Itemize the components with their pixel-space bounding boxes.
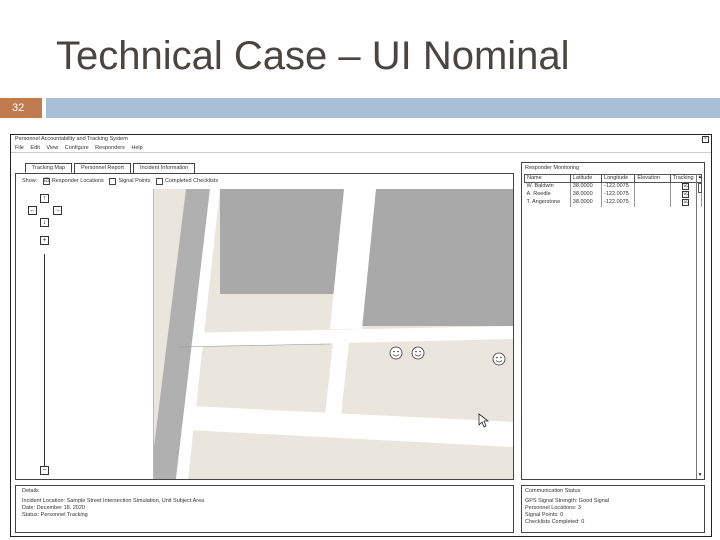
table-row[interactable]: T. Angerstone 38.0000 -122.0075 ☑ — [524, 198, 703, 207]
menu-bar: File Edit View Configure Responders Help — [11, 144, 711, 153]
tab-bar: Tracking Map Personnel Report Incident Inf… — [25, 163, 197, 173]
scrollbar-thumb[interactable] — [698, 183, 702, 193]
slide-header-bar — [46, 98, 720, 118]
pan-down-button[interactable]: ↓ — [40, 218, 49, 227]
responder-elevation — [634, 190, 671, 199]
pan-right-button[interactable]: → — [53, 206, 62, 215]
smiley-icon[interactable] — [411, 346, 425, 360]
menu-help[interactable]: Help — [131, 145, 142, 151]
responder-name: A. Reedle — [524, 190, 571, 199]
menu-view[interactable]: View — [46, 145, 58, 151]
responder-locations-checkbox[interactable]: ☑ — [42, 177, 50, 185]
responder-elevation — [634, 198, 671, 207]
communication-status-panel: Communication Status GPS Signal Strength… — [521, 485, 705, 533]
scroll-up-icon[interactable]: ▲ — [697, 174, 703, 181]
column-header-longitude[interactable]: Longitude — [601, 174, 636, 183]
tab-personnel-report[interactable]: Personnel Report — [74, 163, 131, 173]
table-row[interactable]: A. Reedle 38.0000 -122.0075 ☑ — [524, 190, 703, 199]
zoom-in-button[interactable]: + — [40, 236, 49, 245]
window-title: Personnel Accountability and Tracking Sy… — [15, 136, 128, 142]
communication-status-line: Personnel Locations: 3 — [525, 505, 581, 511]
responder-latitude: 38.0000 — [570, 182, 603, 191]
smiley-icon[interactable] — [389, 346, 403, 360]
responder-monitoring-panel: Responder Monitoring Name Latitude Longi… — [521, 162, 705, 480]
responder-table: Name Latitude Longitude Elevation Tracki… — [524, 174, 703, 207]
details-title: Details — [22, 488, 39, 494]
show-label: Show: — [22, 178, 38, 184]
pan-left-button[interactable]: ← — [28, 206, 37, 215]
slide-title: Technical Case – UI Nominal — [56, 34, 570, 78]
menu-file[interactable]: File — [15, 145, 24, 151]
responder-longitude: -122.0075 — [601, 182, 636, 191]
tab-incident-information[interactable]: Incident Information — [132, 163, 196, 173]
responder-monitoring-title: Responder Monitoring — [525, 165, 580, 171]
tracking-checkbox[interactable]: ☑ — [682, 183, 690, 191]
map-view[interactable] — [153, 189, 513, 479]
map-canvas[interactable] — [154, 189, 513, 479]
details-line: Status: Personnel Tracking — [22, 512, 88, 518]
responder-name: W. Baldwin — [524, 182, 571, 191]
responder-longitude: -122.0075 — [601, 198, 636, 207]
menu-responders[interactable]: Responders — [95, 145, 125, 151]
window-titlebar: Personnel Accountability and Tracking Sy… — [11, 135, 711, 144]
completed-checklists-checkbox[interactable] — [155, 177, 163, 185]
column-header-latitude[interactable]: Latitude — [569, 174, 603, 183]
signal-points-checkbox[interactable] — [109, 177, 117, 185]
communication-status-title: Communication Status — [525, 488, 581, 494]
details-line: Incident Location: Sample Street Interse… — [22, 498, 205, 504]
signal-points-label: Signal Points — [118, 178, 151, 184]
responder-table-header: Name Latitude Longitude Elevation Tracki… — [524, 174, 703, 183]
app-window: Personnel Accountability and Tracking Sy… — [10, 134, 712, 537]
completed-checklists-label: Completed Checklists — [164, 178, 219, 184]
pan-up-button[interactable]: ↑ — [40, 194, 49, 203]
communication-status-line: GPS Signal Strength: Good Signal — [525, 498, 610, 504]
zoom-out-button[interactable]: − — [40, 466, 49, 475]
table-row[interactable]: W. Baldwin 38.0000 -122.0075 ☑ — [524, 182, 703, 191]
map-navigation-control: ↑ ← → ↓ + − — [24, 194, 64, 476]
layer-filter-row: Show: ☑ Responder Locations Signal Points… — [22, 177, 218, 185]
responder-longitude: -122.0075 — [601, 190, 636, 199]
tracking-map-panel: Show: ☑ Responder Locations Signal Points… — [15, 173, 514, 480]
menu-configure[interactable]: Configure — [65, 145, 89, 151]
responder-elevation — [634, 182, 671, 191]
menu-edit[interactable]: Edit — [30, 145, 39, 151]
communication-status-line: Signal Points: 0 — [525, 512, 564, 518]
responder-name: T. Angerstone — [524, 198, 571, 207]
tracking-checkbox[interactable]: ☑ — [682, 191, 690, 198]
window-close-icon[interactable]: × — [702, 136, 709, 143]
column-header-name[interactable]: Name — [524, 174, 571, 183]
smiley-icon[interactable] — [492, 352, 506, 366]
column-header-elevation[interactable]: Elevation — [634, 174, 671, 183]
responder-table-scrollbar[interactable]: ▲ ▼ — [696, 174, 703, 479]
responder-locations-label: Responder Locations — [51, 178, 104, 184]
tracking-checkbox[interactable]: ☑ — [682, 199, 690, 206]
responder-latitude: 38.0000 — [570, 198, 603, 207]
slide-number: 32 — [0, 98, 42, 118]
scroll-down-icon[interactable]: ▼ — [697, 472, 703, 479]
details-line: Date: December 18, 2020 — [22, 505, 85, 511]
responder-latitude: 38.0000 — [570, 190, 603, 199]
zoom-slider-track[interactable] — [44, 254, 45, 466]
details-panel: Details Incident Location: Sample Street… — [15, 485, 514, 533]
tab-tracking-map[interactable]: Tracking Map — [25, 163, 73, 173]
communication-status-line: Checklists Completed: 0 — [525, 519, 585, 525]
